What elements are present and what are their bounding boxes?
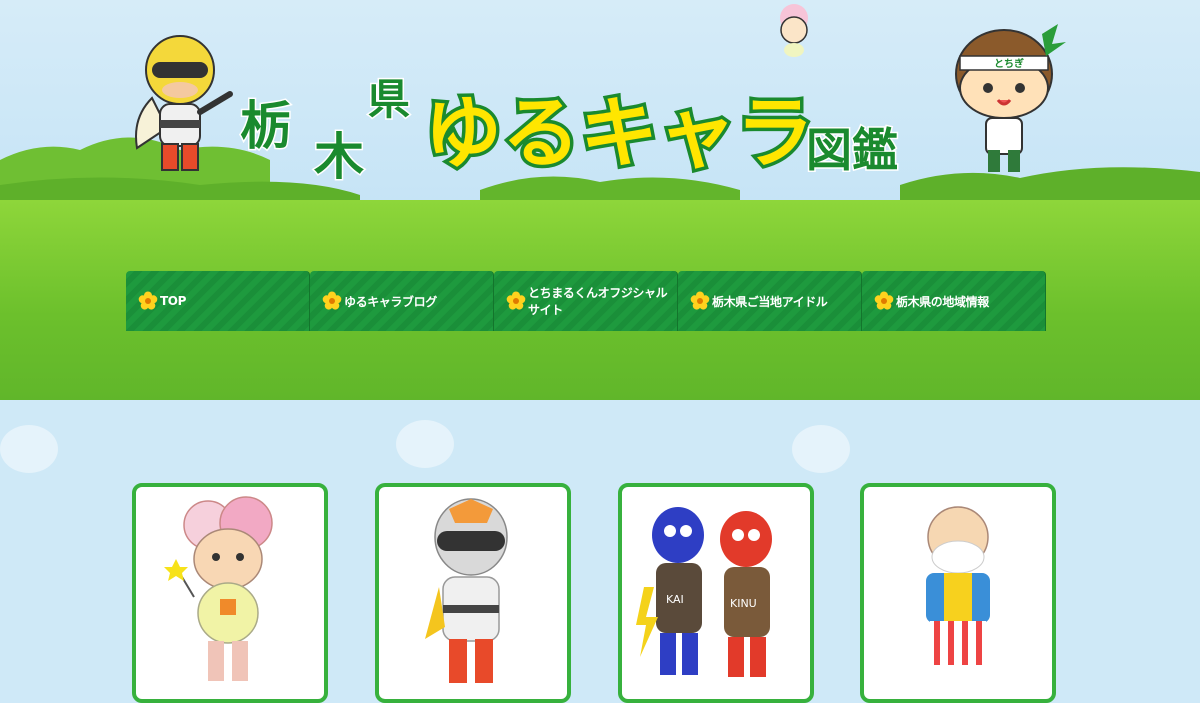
mascot-badge-text: とちぎ — [994, 57, 1024, 70]
old-man-mascot-icon — [926, 506, 990, 665]
mascot-shirt-label: KAI — [666, 593, 684, 606]
nav-item-label: 栃木県ご当地アイドル — [712, 294, 828, 309]
fairy-mascot-image — [780, 4, 808, 57]
flower-icon — [322, 291, 342, 310]
flower-icon — [138, 291, 158, 310]
flower-icon — [874, 291, 894, 310]
nav-item-blog[interactable]: ゆるキャラブログ — [310, 271, 494, 331]
hero-mascot-image — [135, 35, 233, 171]
mascot-card[interactable]: KAI KINU — [618, 483, 814, 703]
flower-icon — [690, 291, 710, 310]
flower-icon — [506, 291, 526, 310]
nav-item-label: TOP — [160, 294, 186, 308]
svg-text:図鑑: 図鑑 — [806, 123, 898, 177]
mascot-card[interactable] — [375, 483, 571, 703]
nav-item-official-site[interactable]: とちまるくんオフジシャルサイト — [494, 271, 678, 331]
svg-text:県: 県 — [368, 75, 410, 124]
nav-item-label: 栃木県の地域情報 — [896, 294, 989, 309]
mascot-card[interactable] — [860, 483, 1056, 703]
nav-item-label: とちまるくんオフジシャルサイト — [528, 286, 668, 317]
svg-text:栃: 栃 — [240, 97, 292, 157]
mascot-card[interactable] — [132, 483, 328, 703]
main-navigation: TOP ゆるキャラブログ とちまるくんオフジシャルサイト 栃木県ご当地アイドル — [126, 271, 1046, 331]
nav-item-region-info[interactable]: 栃木県の地域情報 — [862, 271, 1046, 331]
demon-pair-mascot-icon: KAI KINU — [636, 507, 772, 677]
svg-text:木: 木 — [314, 128, 364, 184]
nav-item-top[interactable]: TOP — [126, 271, 310, 331]
site-logo[interactable]: 栃 木 県 ゆるキャラ 図鑑 — [228, 44, 948, 185]
masked-hero-mascot-icon — [425, 498, 508, 683]
flower-girl-mascot-icon — [164, 496, 273, 681]
nav-item-idol[interactable]: 栃木県ご当地アイドル — [678, 271, 862, 331]
background-mascot-ghost — [396, 420, 454, 468]
mascot-shirt-label: KINU — [730, 597, 757, 610]
background-mascot-ghost — [792, 425, 850, 473]
nav-item-label: ゆるキャラブログ — [344, 294, 437, 309]
background-mascot-ghost — [0, 425, 58, 473]
tochimaru-mascot-image: とちぎ — [955, 24, 1066, 172]
svg-text:ゆるキャラ: ゆるキャラ — [424, 89, 814, 179]
